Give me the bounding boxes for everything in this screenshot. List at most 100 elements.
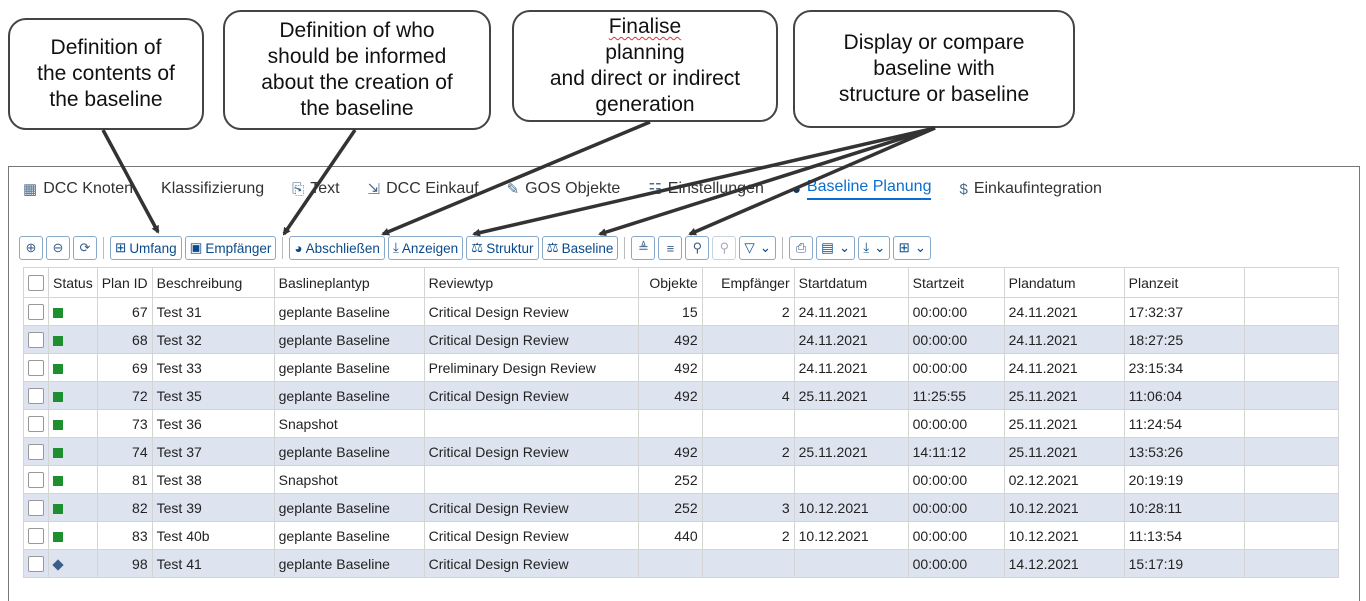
row-select-cell[interactable] [23,325,49,354]
refresh-button[interactable]: ⟳ [73,236,97,260]
select-all-checkbox[interactable] [28,275,44,292]
row-checkbox[interactable] [28,360,44,377]
tab-text[interactable]: ⎘ Text [278,167,353,211]
baseline-button[interactable]: ⚖ Baseline [541,236,619,260]
sort-descending-button[interactable]: ≡ [658,236,683,260]
tab-baseline-planung[interactable]: ● Baseline Planung [778,167,946,211]
cell-planzeit: 15:17:19 [1123,549,1245,578]
cell-baslineplantyp: Snapshot [273,465,425,494]
row-checkbox[interactable] [28,332,44,349]
column-header-status[interactable]: Status [48,267,98,298]
column-header-startzeit[interactable]: Startzeit [907,267,1005,298]
row-select-cell[interactable] [23,521,49,550]
filter-button[interactable]: ▽ ⌄ [739,236,777,260]
cell-plan-id: 81 [96,465,153,494]
anzeigen-button[interactable]: ⤓ Anzeigen [387,236,464,260]
row-select-cell[interactable] [23,465,49,494]
compare-scale-icon: ⚖ [471,240,484,255]
find-next-button[interactable]: ⚲ [712,236,737,260]
umfang-button[interactable]: ⊞ Umfang [110,236,182,260]
cell-startzeit: 00:00:00 [907,493,1005,522]
cell-baslineplantyp: geplante Baseline [273,549,425,578]
abschliessen-button[interactable]: ◕ Abschließen [289,236,385,260]
tab-label: GOS Objekte [525,180,621,197]
struktur-label: Struktur [486,240,534,256]
row-select-cell[interactable] [23,409,49,438]
cell-objekte: 492 [637,381,703,410]
row-checkbox[interactable] [28,444,44,461]
compare-scale-icon: ⚖ [546,240,559,255]
column-header-startdatum[interactable]: Startdatum [793,267,909,298]
row-checkbox[interactable] [28,472,44,489]
row-select-cell[interactable] [23,353,49,382]
cell-startzeit: 00:00:00 [907,521,1005,550]
tab-label: DCC Knoten [43,180,134,197]
table-row[interactable]: 69 Test 33 geplante Baseline Preliminary De… [23,353,1339,382]
row-select-cell[interactable] [23,381,49,410]
column-header-plandatum[interactable]: Plandatum [1003,267,1125,298]
status-green-icon [53,447,63,458]
column-header-empfaenger[interactable]: Empfänger [701,267,795,298]
select-all-cell[interactable] [23,267,49,298]
table-row[interactable]: 82 Test 39 geplante Baseline Critical Desig… [23,493,1339,522]
tab-dcc-einkauf[interactable]: ⇲ DCC Einkauf [354,167,493,211]
cell-reviewtyp: Critical Design Review [423,381,639,410]
print-button[interactable]: ⎙ [789,236,814,260]
layout-button[interactable]: ⊞ ⌄ [893,236,932,260]
table-row[interactable]: 73 Test 36 Snapshot 00:00:00 25.11.2021 11:24… [23,409,1339,438]
table-row[interactable]: 68 Test 32 geplante Baseline Critical Desig… [23,325,1339,354]
tab-einkaufintegration[interactable]: $ Einkaufintegration [945,167,1115,211]
table-row[interactable]: 98 Test 41 geplante Baseline Critical Desig… [23,549,1339,578]
empfaenger-button[interactable]: ▣ Empfänger [184,236,277,260]
row-checkbox[interactable] [28,528,44,545]
cell-baslineplantyp: geplante Baseline [273,381,425,410]
table-row[interactable]: 72 Test 35 geplante Baseline Critical Desig… [23,381,1339,410]
row-checkbox[interactable] [28,304,44,321]
baseline-planning-window: ▦ DCC Knoten Klassifizierung ⎘ Text ⇲ DCC Eink… [8,166,1360,601]
cell-empfaenger [701,325,795,354]
expand-all-button[interactable]: ⊕ [19,236,43,260]
cell-plandatum: 25.11.2021 [1003,381,1125,410]
row-checkbox[interactable] [28,416,44,433]
refresh-icon: ⟳ [79,240,91,255]
cell-reviewtyp: Critical Design Review [423,521,639,550]
table-row[interactable]: 74 Test 37 geplante Baseline Critical Desig… [23,437,1339,466]
tab-klassifizierung[interactable]: Klassifizierung [147,167,278,211]
row-select-cell[interactable] [23,493,49,522]
row-select-cell[interactable] [23,437,49,466]
document-text-icon: ⎘ [292,180,305,198]
cell-objekte [637,409,703,438]
column-header-plan-id[interactable]: Plan ID [96,267,153,298]
table-row[interactable]: 67 Test 31 geplante Baseline Critical Desig… [23,297,1339,326]
table-row[interactable]: 81 Test 38 Snapshot 252 00:00:00 02.12.2021 20… [23,465,1339,494]
tab-gos-objekte[interactable]: ✎ GOS Objekte [493,167,635,211]
column-header-reviewtyp[interactable]: Reviewtyp [423,267,639,298]
sort-ascending-button[interactable]: ≜ [631,236,656,260]
cell-spacer [1243,521,1339,550]
collapse-all-button[interactable]: ⊖ [46,236,70,260]
views-button[interactable]: ▤ ⌄ [816,236,856,260]
cell-reviewtyp [423,409,639,438]
tab-einstellungen[interactable]: ☷ Einstellungen [634,167,778,211]
cell-objekte [637,549,703,578]
cell-spacer [1243,549,1339,578]
row-checkbox[interactable] [28,556,44,573]
row-checkbox[interactable] [28,388,44,405]
table-row[interactable]: 83 Test 40b geplante Baseline Critical Desi… [23,521,1339,550]
status-green-icon [53,531,63,542]
column-header-planzeit[interactable]: Planzeit [1123,267,1245,298]
cell-status [48,325,98,354]
tab-dcc-knoten[interactable]: ▦ DCC Knoten [9,167,147,211]
cell-startzeit: 00:00:00 [907,297,1005,326]
find-button[interactable]: ⚲ [685,236,710,260]
cell-spacer [1243,297,1339,326]
row-select-cell[interactable] [23,549,49,578]
export-button[interactable]: ⤓ ⌄ [858,236,891,260]
struktur-button[interactable]: ⚖ Struktur [466,236,539,260]
cell-status [48,409,98,438]
column-header-objekte[interactable]: Objekte [637,267,703,298]
column-header-beschreibung[interactable]: Beschreibung [151,267,275,298]
row-select-cell[interactable] [23,297,49,326]
row-checkbox[interactable] [28,500,44,517]
column-header-baslineplantyp[interactable]: Baslineplantyp [273,267,425,298]
